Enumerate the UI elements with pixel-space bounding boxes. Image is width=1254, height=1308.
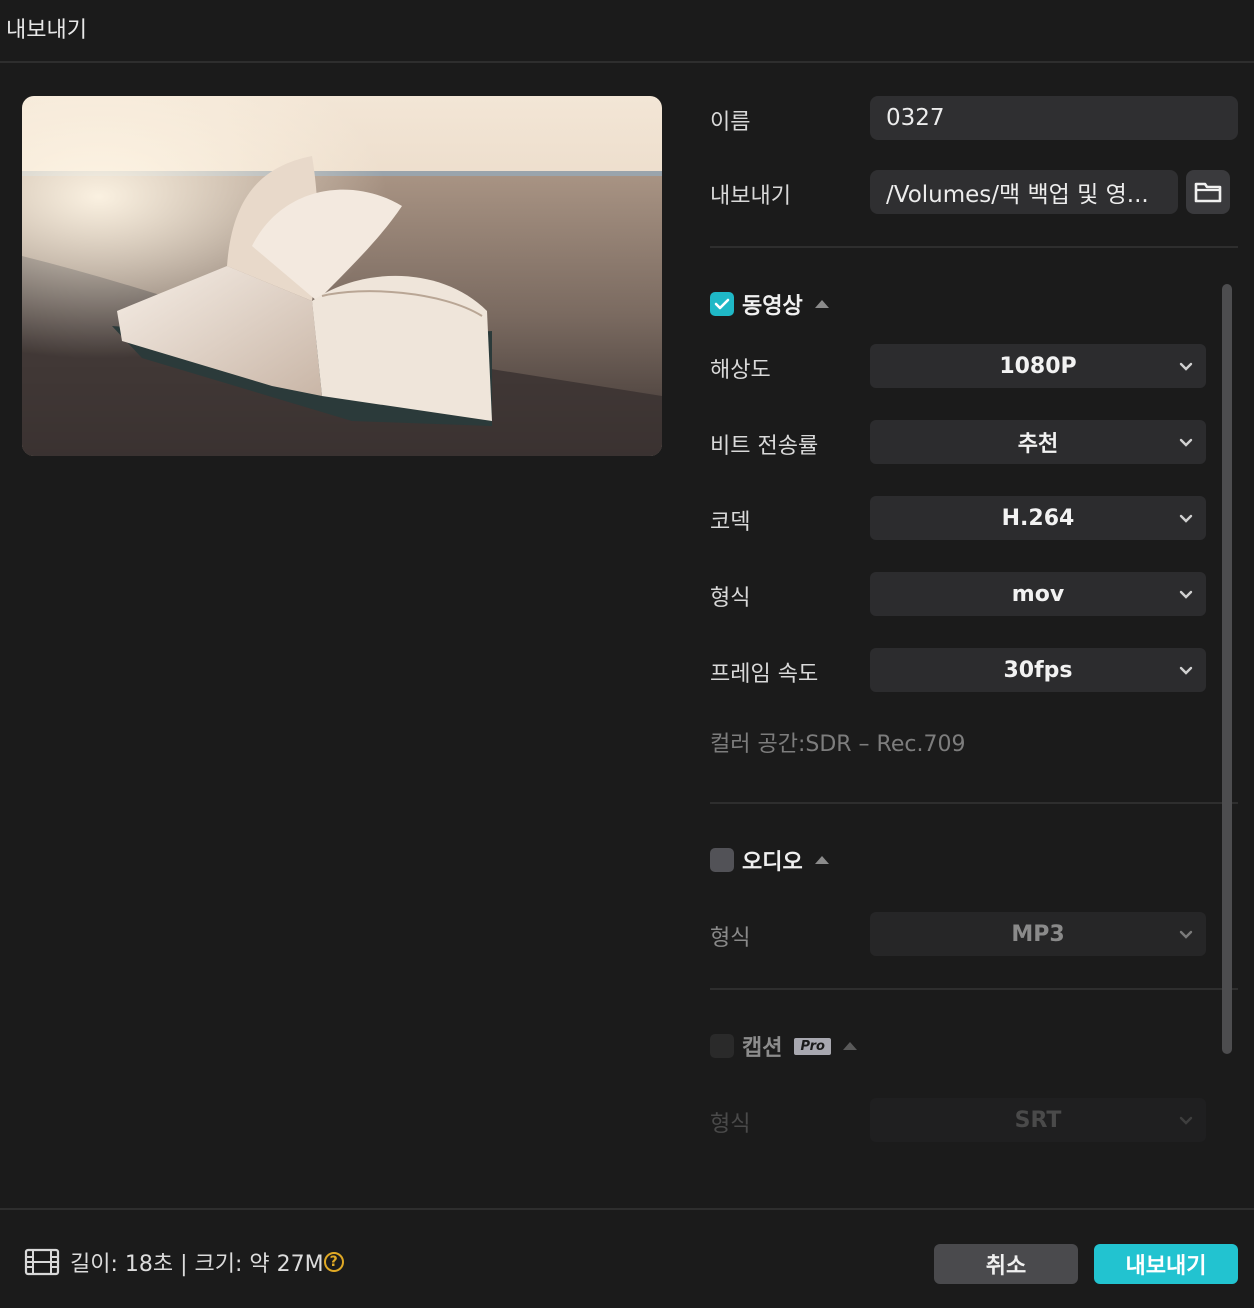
chevron-down-icon	[1179, 930, 1193, 939]
resolution-value: 1080P	[999, 353, 1077, 379]
chevron-down-icon	[1179, 1116, 1193, 1125]
window-title: 내보내기	[6, 18, 87, 43]
export-info: 길이: 18초 | 크기: 약 27M ?	[24, 1246, 344, 1278]
bitrate-label: 비트 전송률	[710, 434, 819, 459]
video-preview-thumbnail	[22, 96, 662, 456]
audio-checkbox[interactable]	[710, 848, 734, 872]
export-path-field[interactable]: /Volumes/맥 백업 및 영...	[870, 170, 1178, 214]
audio-format-select[interactable]: MP3	[870, 912, 1206, 956]
folder-icon	[1194, 182, 1222, 203]
codec-select[interactable]: H.264	[870, 496, 1206, 540]
captions-section-header[interactable]: 캡션 Pro	[710, 1030, 857, 1062]
chevron-down-icon	[1179, 590, 1193, 599]
audio-section-label: 오디오	[742, 850, 803, 875]
captions-section-label: 캡션	[742, 1036, 783, 1061]
divider	[710, 246, 1238, 248]
codec-label: 코덱	[710, 510, 751, 535]
codec-value: H.264	[1001, 505, 1075, 531]
name-label: 이름	[710, 110, 751, 135]
resolution-select[interactable]: 1080P	[870, 344, 1206, 388]
video-format-select[interactable]: mov	[870, 572, 1206, 616]
name-input[interactable]: 0327	[870, 96, 1238, 140]
title-bar: 내보내기	[0, 0, 1254, 63]
video-format-label: 형식	[710, 586, 751, 611]
divider	[710, 802, 1238, 804]
captions-checkbox[interactable]	[710, 1034, 734, 1058]
divider	[710, 988, 1238, 990]
captions-format-label: 형식	[710, 1112, 751, 1137]
film-icon	[24, 1248, 60, 1276]
color-space-info: 컬러 공간:SDR – Rec.709	[710, 732, 966, 757]
pro-badge: Pro	[794, 1037, 831, 1055]
framerate-label: 프레임 속도	[710, 662, 819, 687]
video-checkbox[interactable]	[710, 292, 734, 316]
collapse-caret-icon[interactable]	[814, 300, 829, 308]
export-button[interactable]: 내보내기	[1094, 1244, 1238, 1284]
captions-format-select[interactable]: SRT	[870, 1098, 1206, 1142]
chevron-down-icon	[1179, 514, 1193, 523]
audio-format-value: MP3	[1011, 921, 1065, 947]
chevron-down-icon	[1179, 666, 1193, 675]
framerate-value: 30fps	[1003, 657, 1073, 683]
bitrate-value: 추천	[1017, 432, 1059, 457]
chevron-down-icon	[1179, 438, 1193, 447]
framerate-select[interactable]: 30fps	[870, 648, 1206, 692]
browse-folder-button[interactable]	[1186, 170, 1230, 214]
export-path-label: 내보내기	[710, 184, 791, 209]
help-icon[interactable]: ?	[323, 1252, 344, 1272]
checkmark-icon	[714, 298, 730, 310]
audio-format-label: 형식	[710, 926, 751, 951]
duration-size-text: 길이: 18초 | 크기: 약 27M	[70, 1252, 324, 1277]
resolution-label: 해상도	[710, 358, 771, 383]
captions-format-value: SRT	[1014, 1107, 1062, 1133]
video-section-label: 동영상	[742, 294, 803, 319]
video-format-value: mov	[1011, 581, 1065, 607]
video-section-header[interactable]: 동영상	[710, 288, 829, 320]
audio-section-header[interactable]: 오디오	[710, 844, 829, 876]
bitrate-select[interactable]: 추천	[870, 420, 1206, 464]
collapse-caret-icon[interactable]	[842, 1042, 857, 1050]
collapse-caret-icon[interactable]	[814, 856, 829, 864]
chevron-down-icon	[1179, 362, 1193, 371]
settings-scrollbar[interactable]	[1222, 284, 1232, 1054]
cancel-button[interactable]: 취소	[934, 1244, 1078, 1284]
